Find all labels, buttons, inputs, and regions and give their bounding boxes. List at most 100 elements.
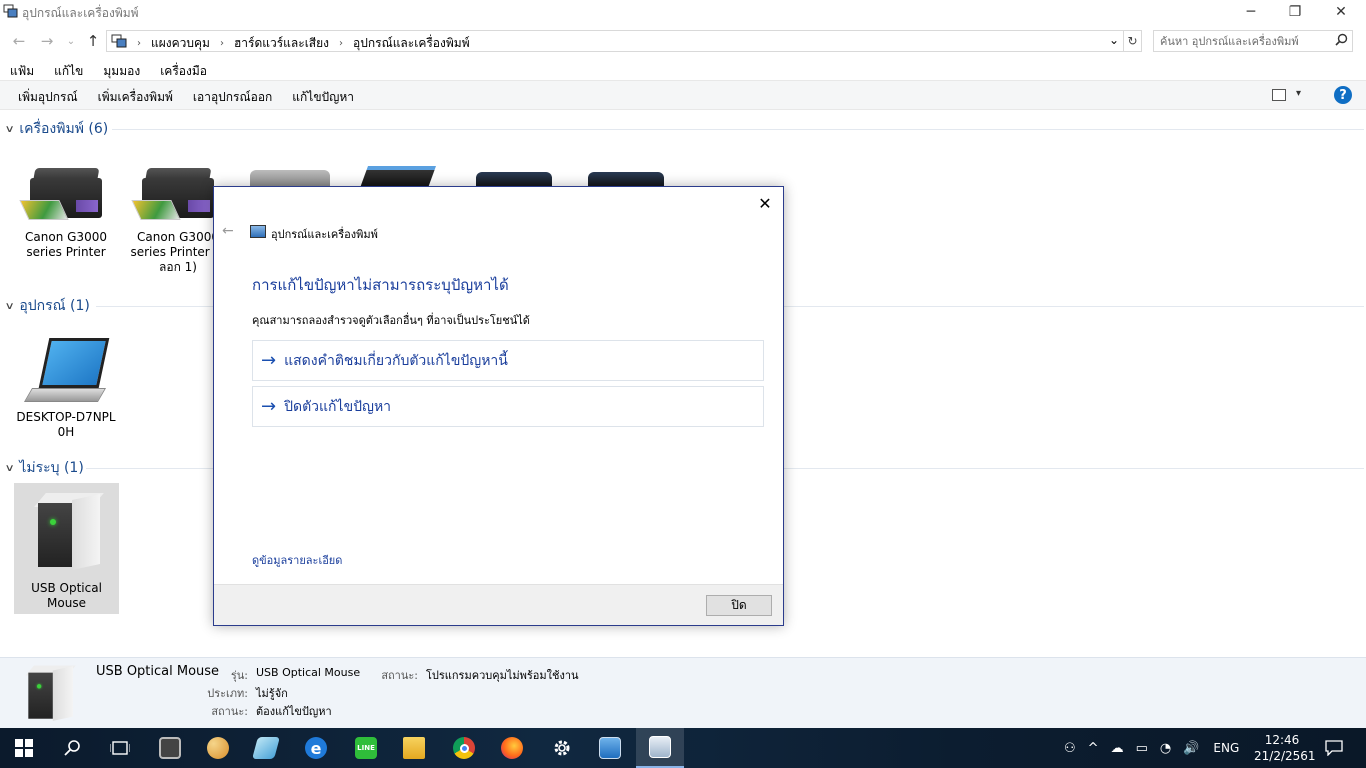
printer-item-1[interactable]: Canon G3000 series Printer bbox=[14, 160, 118, 260]
address-bar[interactable]: › แผงควบคุม › ฮาร์ดแวร์และเสียง › อุปกรณ… bbox=[106, 30, 1124, 52]
taskbar: e LINE ⚇ ^ ☁ ▭ ◔ 🔊 ENG 12:46 21/2/2561 bbox=[0, 728, 1366, 768]
address-dropdown-icon[interactable]: ⌄ bbox=[1109, 33, 1119, 47]
control-panel-icon bbox=[111, 34, 127, 51]
battery-icon[interactable]: ▭ bbox=[1136, 741, 1148, 756]
add-device-button[interactable]: เพิ่มอุปกรณ์ bbox=[8, 88, 88, 107]
details-status-value: ต้องแก้ไขปัญหา bbox=[256, 705, 332, 718]
clock[interactable]: 12:46 21/2/2561 bbox=[1254, 732, 1316, 764]
refresh-icon[interactable]: ↻ bbox=[1124, 30, 1142, 52]
file-explorer-icon[interactable] bbox=[390, 728, 438, 768]
people-icon[interactable]: ⚇ bbox=[1064, 741, 1076, 756]
dialog-footer: ปิด bbox=[214, 584, 783, 625]
breadcrumb-devices-printers[interactable]: อุปกรณ์และเครื่องพิมพ์ bbox=[347, 34, 476, 53]
arrow-right-icon: → bbox=[261, 350, 277, 371]
troubleshoot-button[interactable]: แก้ไขปัญหา bbox=[282, 88, 364, 107]
clock-date: 21/2/2561 bbox=[1254, 749, 1316, 763]
menu-file[interactable]: แฟ้ม bbox=[0, 58, 44, 80]
details-pane: USB Optical Mouse รุ่น: USB Optical Mous… bbox=[0, 657, 1366, 728]
forward-icon[interactable]: → bbox=[36, 30, 58, 52]
group-label-devices: อุปกรณ์ (1) bbox=[19, 298, 90, 314]
arrow-right-icon: → bbox=[261, 396, 277, 417]
search-taskbar-icon[interactable] bbox=[48, 728, 96, 768]
group-header-printers[interactable]: ∨ เครื่องพิมพ์ (6) bbox=[4, 119, 109, 139]
recent-locations-icon[interactable]: ⌄ bbox=[60, 30, 82, 52]
task-view-icon[interactable] bbox=[96, 728, 144, 768]
add-printer-button[interactable]: เพิ่มเครื่องพิมพ์ bbox=[88, 88, 183, 107]
action-center-icon[interactable] bbox=[1320, 736, 1348, 760]
chevron-down-icon: ∨ bbox=[4, 123, 15, 135]
restore-button[interactable]: ❐ bbox=[1272, 0, 1318, 24]
group-label-unspecified: ไม่ระบุ (1) bbox=[19, 460, 84, 476]
troubleshooter-icon bbox=[250, 225, 266, 238]
breadcrumb-separator[interactable]: › bbox=[335, 38, 347, 49]
group-header-unspecified[interactable]: ∨ ไม่ระบุ (1) bbox=[5, 458, 84, 478]
option-label: ปิดตัวแก้ไขปัญหา bbox=[284, 398, 392, 415]
window-title: อุปกรณ์และเครื่องพิมพ์ bbox=[22, 6, 139, 20]
volume-icon[interactable]: 🔊 bbox=[1183, 741, 1199, 756]
firefox-icon[interactable] bbox=[488, 728, 536, 768]
edge-icon[interactable]: e bbox=[292, 728, 340, 768]
settings-icon[interactable] bbox=[538, 728, 586, 768]
back-icon[interactable]: ← bbox=[8, 30, 30, 52]
search-input[interactable] bbox=[1154, 31, 1324, 51]
breadcrumb-control-panel[interactable]: แผงควบคุม bbox=[145, 34, 216, 53]
menu-tools[interactable]: เครื่องมือ bbox=[150, 58, 217, 80]
computer-name: DESKTOP-D7NPL 0H bbox=[16, 410, 116, 439]
view-options-icon[interactable] bbox=[1272, 89, 1286, 101]
breadcrumb-separator[interactable]: › bbox=[216, 38, 228, 49]
usb-device-icon bbox=[32, 491, 104, 575]
up-icon[interactable]: ↑ bbox=[82, 30, 104, 52]
breadcrumb-hardware-sound[interactable]: ฮาร์ดแวร์และเสียง bbox=[228, 34, 335, 53]
group-header-devices[interactable]: ∨ อุปกรณ์ (1) bbox=[5, 296, 90, 316]
clock-time: 12:46 bbox=[1264, 733, 1300, 747]
onedrive-icon[interactable]: ☁ bbox=[1111, 741, 1124, 756]
start-button[interactable] bbox=[0, 728, 48, 768]
wifi-icon[interactable]: ◔ bbox=[1160, 741, 1171, 756]
search-icon[interactable] bbox=[1335, 33, 1348, 50]
usb-device-icon bbox=[24, 664, 78, 724]
menu-view[interactable]: มุมมอง bbox=[93, 58, 150, 80]
details-model-value: USB Optical Mouse bbox=[256, 666, 361, 679]
view-feedback-option[interactable]: → แสดงคำติชมเกี่ยวกับตัวแก้ไขปัญหานี้ bbox=[252, 340, 764, 381]
troubleshooter-dialog: ✕ ← อุปกรณ์และเครื่องพิมพ์ การแก้ไขปัญหา… bbox=[213, 186, 784, 626]
printer-icon bbox=[131, 160, 220, 226]
usb-device-name: USB Optical Mouse bbox=[31, 581, 102, 610]
close-troubleshooter-option[interactable]: → ปิดตัวแก้ไขปัญหา bbox=[252, 386, 764, 427]
group-divider bbox=[112, 129, 1364, 130]
menu-bar: แฟ้ม แก้ไข มุมมอง เครื่องมือ bbox=[0, 58, 217, 80]
laptop-icon bbox=[23, 336, 110, 406]
details-device-name: USB Optical Mouse bbox=[96, 664, 220, 679]
dialog-back-icon[interactable]: ← bbox=[222, 223, 234, 239]
dialog-close-icon[interactable]: ✕ bbox=[755, 193, 775, 213]
details-status2-value: โปรแกรมควบคุมไม่พร้อมใช้งาน bbox=[426, 669, 579, 682]
paint-icon[interactable] bbox=[194, 728, 242, 768]
usb-mouse-item[interactable]: USB Optical Mouse bbox=[14, 483, 119, 614]
command-bar: เพิ่มอุปกรณ์ เพิ่มเครื่องพิมพ์ เอาอุปกรณ… bbox=[0, 80, 1366, 110]
computer-item[interactable]: DESKTOP-D7NPL 0H bbox=[14, 336, 118, 440]
view-details-link[interactable]: ดูข้อมูลรายละเอียด bbox=[252, 551, 342, 569]
line-icon[interactable]: LINE bbox=[342, 728, 390, 768]
notepad-icon[interactable] bbox=[242, 728, 290, 768]
details-category-value: ไม่รู้จัก bbox=[256, 687, 288, 700]
control-panel-taskbar-icon[interactable] bbox=[586, 728, 634, 768]
devices-printers-taskbar-icon[interactable] bbox=[636, 728, 684, 768]
group-label-printers: เครื่องพิมพ์ (6) bbox=[19, 121, 109, 137]
address-row: ← → ⌄ ↑ › แผงควบคุม › ฮาร์ดแวร์และเสียง … bbox=[0, 28, 1366, 54]
fax-icon[interactable] bbox=[359, 166, 437, 188]
minimize-button[interactable]: ─ bbox=[1228, 0, 1274, 24]
windows-logo-icon bbox=[15, 739, 33, 757]
dialog-title: อุปกรณ์และเครื่องพิมพ์ bbox=[271, 228, 378, 241]
remove-device-button[interactable]: เอาอุปกรณ์ออก bbox=[183, 88, 282, 107]
show-hidden-icons-icon[interactable]: ^ bbox=[1088, 741, 1099, 756]
close-window-button[interactable]: ✕ bbox=[1318, 0, 1364, 24]
breadcrumb-separator: › bbox=[137, 38, 141, 49]
menu-edit[interactable]: แก้ไข bbox=[44, 58, 93, 80]
calculator-icon[interactable] bbox=[146, 728, 194, 768]
view-dropdown-icon[interactable]: ▾ bbox=[1296, 88, 1301, 99]
help-icon[interactable]: ? bbox=[1334, 86, 1352, 104]
details-category-label: ประเภท: bbox=[207, 687, 248, 700]
language-indicator[interactable]: ENG bbox=[1213, 741, 1239, 755]
chrome-icon[interactable] bbox=[440, 728, 488, 768]
search-box[interactable] bbox=[1153, 30, 1353, 52]
close-button[interactable]: ปิด bbox=[706, 595, 772, 616]
